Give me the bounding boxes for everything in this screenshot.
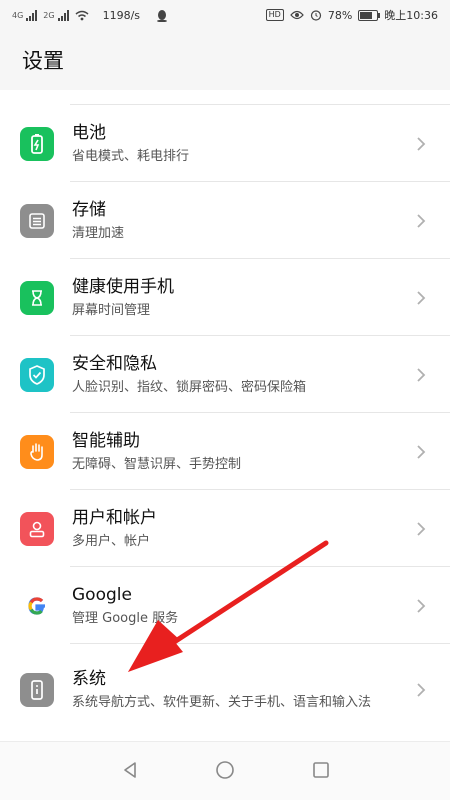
- google-icon: [20, 588, 54, 623]
- item-subtitle: 人脸识别、指纹、锁屏密码、密码保险箱: [72, 379, 307, 395]
- item-title: 系统: [72, 669, 106, 689]
- settings-item-smart-assistance[interactable]: 智能辅助 无障碍、智慧识屏、手势控制: [0, 413, 450, 490]
- chevron-right-icon: [412, 212, 430, 230]
- battery-percent: 78%: [327, 8, 353, 22]
- settings-list[interactable]: 电池 省电模式、耗电排行 存储 清理加速 健康使用手机 屏幕时间管理 安全和隐私…: [0, 92, 450, 736]
- settings-item-battery[interactable]: 电池 省电模式、耗电排行: [0, 105, 450, 182]
- item-subtitle: 省电模式、耗电排行: [72, 148, 190, 164]
- item-title: 电池: [72, 122, 106, 143]
- item-subtitle: 屏幕时间管理: [72, 302, 151, 318]
- page-title: 设置: [22, 49, 64, 73]
- settings-item-google[interactable]: Google 管理 Google 服务: [0, 567, 450, 644]
- settings-item-users-accounts[interactable]: 用户和帐户 多用户、帐户: [0, 490, 450, 567]
- alarm-icon: [310, 10, 321, 21]
- settings-item-storage[interactable]: 存储 清理加速: [0, 182, 450, 259]
- chevron-right-icon: [412, 289, 430, 307]
- settings-item-system[interactable]: 系统 系统导航方式、软件更新、关于手机、语言和输入法: [0, 644, 450, 736]
- hourglass-icon: [20, 280, 54, 315]
- item-subtitle: 无障碍、智慧识屏、手势控制: [72, 456, 242, 472]
- home-icon[interactable]: [211, 756, 239, 784]
- item-subtitle: 管理 Google 服务: [72, 610, 179, 626]
- status-left: 4G 2G 1198/s: [12, 9, 168, 22]
- app-bar: 设置: [0, 30, 450, 90]
- chevron-right-icon: [412, 366, 430, 384]
- user-icon: [20, 511, 54, 546]
- item-title: Google: [72, 584, 132, 605]
- eye-icon: [290, 10, 304, 20]
- battery-status-icon: [358, 9, 381, 21]
- item-title: 安全和隐私: [72, 353, 157, 374]
- chevron-right-icon: [412, 681, 430, 699]
- item-subtitle: 清理加速: [72, 225, 125, 241]
- battery-icon: [20, 126, 54, 161]
- back-icon[interactable]: [116, 756, 144, 784]
- chevron-right-icon: [412, 443, 430, 461]
- network-speed: 1198/s: [102, 8, 141, 22]
- chevron-right-icon: [412, 135, 430, 153]
- sig1-label: 4G: [12, 10, 24, 20]
- settings-item-digital-balance[interactable]: 健康使用手机 屏幕时间管理: [0, 259, 450, 336]
- sig2-label: 2G: [43, 10, 55, 20]
- item-title: 健康使用手机: [72, 276, 174, 297]
- item-title: 存储: [72, 199, 106, 220]
- item-title: 用户和帐户: [72, 507, 157, 528]
- hd-badge: HD: [265, 9, 284, 21]
- shield-check-icon: [20, 357, 54, 392]
- chevron-right-icon: [412, 597, 430, 615]
- storage-icon: [20, 203, 54, 238]
- status-right: HD 78% 晚上10:36: [265, 7, 438, 23]
- qq-icon: [157, 9, 168, 22]
- chevron-right-icon: [412, 520, 430, 538]
- status-bar: 4G 2G 1198/s HD 78% 晚上10:36: [0, 0, 450, 30]
- wifi-icon: [75, 10, 89, 20]
- clock: 晚上10:36: [384, 9, 438, 22]
- hand-icon: [20, 434, 54, 469]
- item-subtitle: 系统导航方式、软件更新、关于手机、语言和输入法: [72, 695, 372, 710]
- navigation-bar: [0, 741, 450, 800]
- item-title: 智能辅助: [72, 430, 140, 451]
- cell-signal-icon: [26, 9, 38, 21]
- recents-icon[interactable]: [307, 756, 335, 784]
- settings-item-security[interactable]: 安全和隐私 人脸识别、指纹、锁屏密码、密码保险箱: [0, 336, 450, 413]
- item-subtitle: 多用户、帐户: [72, 533, 151, 549]
- list-divider: [70, 92, 450, 105]
- phone-info-icon: [20, 673, 54, 707]
- cell-signal-2-icon: [57, 9, 69, 21]
